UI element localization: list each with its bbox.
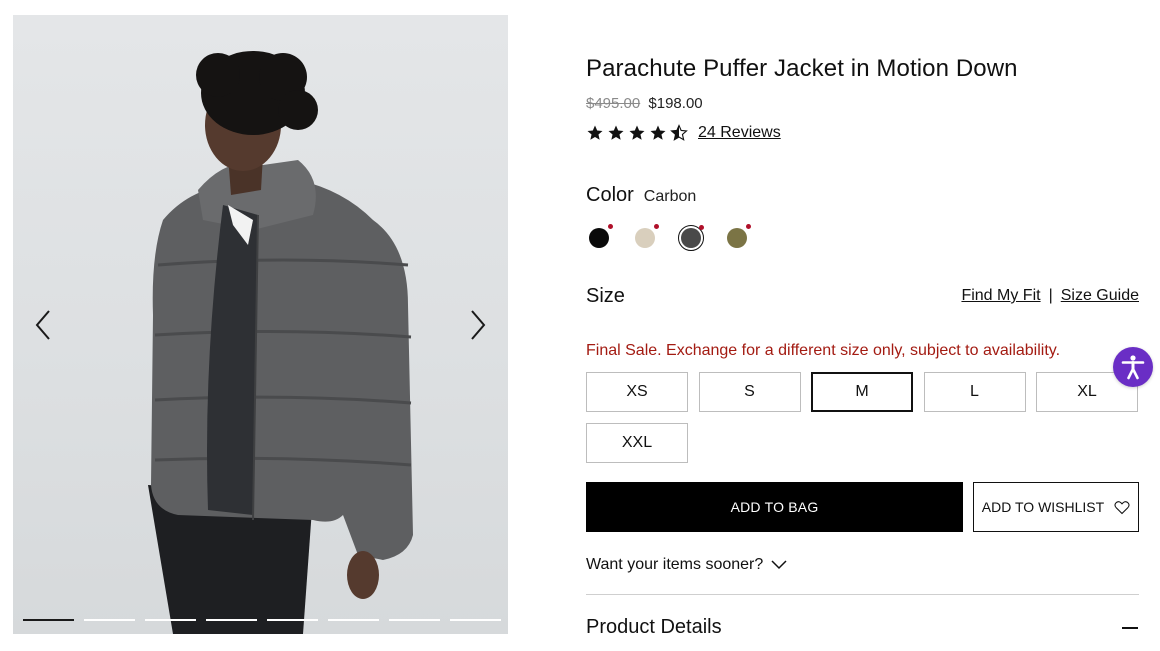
product-title: Parachute Puffer Jacket in Motion Down <box>586 55 1018 82</box>
color-swatches <box>586 224 751 251</box>
gallery-dot[interactable] <box>84 619 135 621</box>
add-to-bag-button[interactable]: ADD TO BAG <box>586 482 963 532</box>
size-option-xs[interactable]: XS <box>586 372 688 412</box>
accessibility-button[interactable] <box>1113 347 1153 387</box>
accessibility-icon <box>1121 355 1145 380</box>
size-option-l[interactable]: L <box>923 372 1026 412</box>
swatch-olive[interactable] <box>724 224 751 251</box>
size-option-m[interactable]: M <box>811 372 913 412</box>
swatch-carbon[interactable] <box>678 225 704 251</box>
size-option-s[interactable]: S <box>698 372 801 412</box>
delivery-sooner-label: Want your items sooner? <box>586 556 764 573</box>
product-details-accordion[interactable]: Product Details <box>586 616 1139 639</box>
product-details-label: Product Details <box>586 616 722 638</box>
link-separator: | <box>1048 287 1053 304</box>
size-links: Find My Fit | Size Guide <box>961 287 1139 305</box>
product-image-gallery[interactable] <box>13 15 508 634</box>
add-to-wishlist-button[interactable]: ADD TO WISHLIST <box>973 482 1139 532</box>
heart-icon <box>1114 500 1130 514</box>
gallery-dot[interactable] <box>206 619 257 621</box>
gallery-dot[interactable] <box>328 619 379 621</box>
gallery-pagination <box>23 619 501 621</box>
size-label: Size <box>586 285 625 307</box>
minus-icon <box>1122 626 1138 629</box>
wishlist-label: ADD TO WISHLIST <box>981 499 1105 515</box>
star-rating <box>586 124 688 142</box>
selected-color: Carbon <box>643 188 697 205</box>
gallery-dot[interactable] <box>450 619 501 621</box>
gallery-dot[interactable] <box>389 619 440 621</box>
section-divider <box>586 594 1139 595</box>
chevron-down-icon <box>771 560 787 570</box>
color-label: Color <box>586 184 634 206</box>
gallery-dot[interactable] <box>267 619 318 621</box>
swatch-stone[interactable] <box>632 224 659 251</box>
size-options: XS S M L XL XXL <box>586 372 1139 463</box>
delivery-options-toggle[interactable]: Want your items sooner? <box>586 556 787 574</box>
prev-image-button[interactable] <box>25 307 61 343</box>
reviews-link[interactable]: 24 Reviews <box>698 124 781 142</box>
price-row: $495.00 $198.00 <box>586 95 703 112</box>
next-image-button[interactable] <box>460 307 496 343</box>
sale-price: $198.00 <box>648 95 703 112</box>
find-my-fit-link[interactable]: Find My Fit <box>961 287 1040 305</box>
rating-row: 24 Reviews <box>586 124 781 142</box>
chevron-right-icon <box>471 310 486 340</box>
star-icon <box>629 125 645 140</box>
original-price: $495.00 <box>586 95 641 112</box>
product-photo <box>148 51 413 634</box>
star-icon <box>608 125 624 140</box>
gallery-dot[interactable] <box>23 619 74 621</box>
gallery-dot[interactable] <box>145 619 196 621</box>
size-guide-link[interactable]: Size Guide <box>1061 287 1139 305</box>
size-option-xxl[interactable]: XXL <box>586 423 688 463</box>
star-icon <box>587 125 603 140</box>
swatch-black[interactable] <box>586 224 613 251</box>
color-selector-header: Color Carbon <box>586 184 696 207</box>
final-sale-notice: Final Sale. Exchange for a different siz… <box>586 342 1061 359</box>
half-star-icon <box>670 124 688 141</box>
star-icon <box>650 125 666 140</box>
chevron-left-icon <box>35 310 50 340</box>
